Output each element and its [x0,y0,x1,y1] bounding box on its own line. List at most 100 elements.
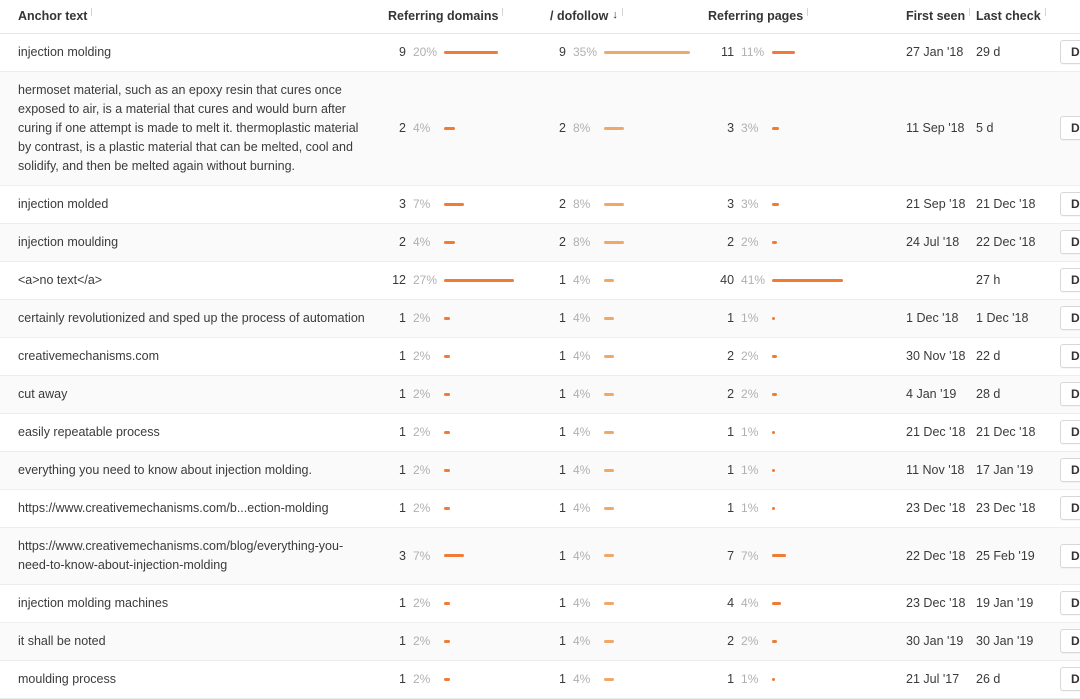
anchor-text-cell[interactable]: cut away [0,375,380,413]
dofollow-count: 2 [559,197,566,211]
column-header-last-check[interactable]: Last check [974,0,1051,34]
details-button[interactable]: Details▼ [1060,496,1080,520]
column-header-anchor-text[interactable]: Anchor text [0,0,380,34]
dofollow-bar [604,299,700,337]
anchor-text-cell[interactable]: everything you need to know about inject… [0,451,380,489]
referring-pages-percent: 2% [741,634,759,648]
details-button-label: Details [1071,387,1080,401]
last-check-date: 21 Dec '18 [976,197,1036,211]
anchor-text-cell[interactable]: moulding process [0,660,380,698]
bar-fill [604,677,614,681]
referring-domains-percent: 20% [413,45,438,59]
first-seen-date: 30 Nov '18 [906,349,966,363]
referring-domains-count: 1 [399,311,406,325]
details-button[interactable]: Details▼ [1060,420,1080,444]
referring-pages-percent: 1% [741,311,759,325]
sort-descending-icon[interactable]: ↓ [612,9,618,21]
dofollow-percent: 8% [573,197,591,211]
anchor-text-cell[interactable]: injection molding machines [0,584,380,622]
dofollow-bar [604,261,700,299]
anchor-text-cell[interactable]: injection molded [0,185,380,223]
anchor-text-cell[interactable]: it shall be noted [0,622,380,660]
referring-domains-bar [444,622,540,660]
dofollow-percent: 4% [573,349,591,363]
anchor-text-cell[interactable]: injection moulding [0,223,380,261]
anchor-text-cell[interactable]: https://www.creativemechanisms.com/b...e… [0,489,380,527]
column-header-dofollow[interactable]: / dofollow ↓ [540,0,701,34]
last-check-date: 17 Jan '19 [976,463,1034,477]
dofollow-percent: 4% [573,548,591,563]
table-row[interactable]: certainly revolutionized and sped up the… [0,299,1080,337]
referring-pages-bar [772,185,902,223]
info-icon[interactable] [621,8,625,17]
details-button[interactable]: Details▼ [1060,458,1080,482]
table-row[interactable]: injection molding machines 1 2% 1 4% 4 4% 23 De… [0,584,1080,622]
referring-domains-count: 2 [399,235,406,249]
table-row[interactable]: <a>no text</a> 12 27% 1 4% 40 41% 27 h Details▼ [0,261,1080,299]
info-icon[interactable] [90,8,94,17]
details-button[interactable]: Details▼ [1060,344,1080,368]
anchor-text-cell[interactable]: <a>no text</a> [0,261,380,299]
bar-fill [772,554,787,557]
referring-pages-count: 40 [720,273,735,287]
table-row[interactable]: creativemechanisms.com 1 2% 1 4% 2 2% 30 Nov '1… [0,337,1080,375]
column-header-referring-domains[interactable]: Referring domains [380,0,540,34]
anchor-text-cell[interactable]: hermoset material, such as an epoxy resi… [0,71,380,185]
info-icon[interactable] [806,8,810,17]
details-button[interactable]: Details▼ [1060,116,1080,140]
table-row[interactable]: everything you need to know about inject… [0,451,1080,489]
dofollow-percent: 4% [573,634,591,648]
table-row[interactable]: moulding process 1 2% 1 4% 1 1% 21 Jul '17 26 d D… [0,660,1080,698]
details-button[interactable]: Details▼ [1060,230,1080,254]
details-button[interactable]: Details▼ [1060,192,1080,216]
referring-domains-percent: 2% [413,634,431,648]
column-header-first-seen[interactable]: First seen [902,0,975,34]
bar-fill [444,50,498,54]
dofollow-bar [604,622,700,660]
bar-fill [772,468,776,472]
column-header-anchor-text-label: Anchor text [18,9,88,24]
referring-domains-bar [444,185,540,223]
last-check-date: 28 d [976,387,1001,401]
referring-domains-count: 1 [399,634,406,648]
table-row[interactable]: hermoset material, such as an epoxy resi… [0,71,1080,185]
referring-pages-percent: 1% [741,425,759,439]
referring-pages-bar [772,375,902,413]
table-row[interactable]: injection molded 3 7% 2 8% 3 3% 21 Sep '18 21 De… [0,185,1080,223]
anchor-text-cell[interactable]: easily repeatable process [0,413,380,451]
table-row[interactable]: injection moulding 2 4% 2 8% 2 2% 24 Jul '18 22 … [0,223,1080,261]
referring-pages-count: 1 [727,501,735,515]
first-seen-date: 4 Jan '19 [906,387,957,401]
info-icon[interactable] [1044,8,1048,17]
column-header-referring-pages[interactable]: Referring pages [700,0,903,34]
referring-domains-percent: 2% [413,311,431,325]
info-icon[interactable] [501,8,505,17]
bar-fill [604,126,624,130]
bar-fill [604,639,614,643]
referring-pages-count: 7 [727,548,735,563]
details-button[interactable]: Details▼ [1060,268,1080,292]
details-button[interactable]: Details▼ [1060,591,1080,615]
anchor-text-cell[interactable]: injection molding [0,33,380,71]
table-row[interactable]: it shall be noted 1 2% 1 4% 2 2% 30 Jan '19 30 J… [0,622,1080,660]
anchor-text-cell[interactable]: certainly revolutionized and sped up the… [0,299,380,337]
table-row[interactable]: https://www.creativemechanisms.com/b...e… [0,489,1080,527]
bar-fill [444,392,450,396]
details-button[interactable]: Details▼ [1060,306,1080,330]
referring-domains-count: 9 [399,45,406,59]
table-row[interactable]: easily repeatable process 1 2% 1 4% 1 1% 21 Dec… [0,413,1080,451]
anchor-text-cell[interactable]: https://www.creativemechanisms.com/blog/… [0,527,380,584]
details-cell: Details▼ [1050,337,1080,375]
referring-domains-percent: 2% [413,463,431,477]
details-button[interactable]: Details▼ [1060,543,1080,568]
details-button[interactable]: Details▼ [1060,40,1080,64]
table-row[interactable]: injection molding 9 20% 9 35% 11 11% 27 Jan '18… [0,33,1080,71]
table-row[interactable]: cut away 1 2% 1 4% 2 2% 4 Jan '19 28 d Details▼ [0,375,1080,413]
details-button[interactable]: Details▼ [1060,382,1080,406]
table-row[interactable]: https://www.creativemechanisms.com/blog/… [0,527,1080,584]
last-check-date: 1 Dec '18 [976,311,1029,325]
anchor-text-cell[interactable]: creativemechanisms.com [0,337,380,375]
details-button[interactable]: Details▼ [1060,667,1080,691]
info-icon[interactable] [968,8,972,17]
details-button[interactable]: Details▼ [1060,629,1080,653]
